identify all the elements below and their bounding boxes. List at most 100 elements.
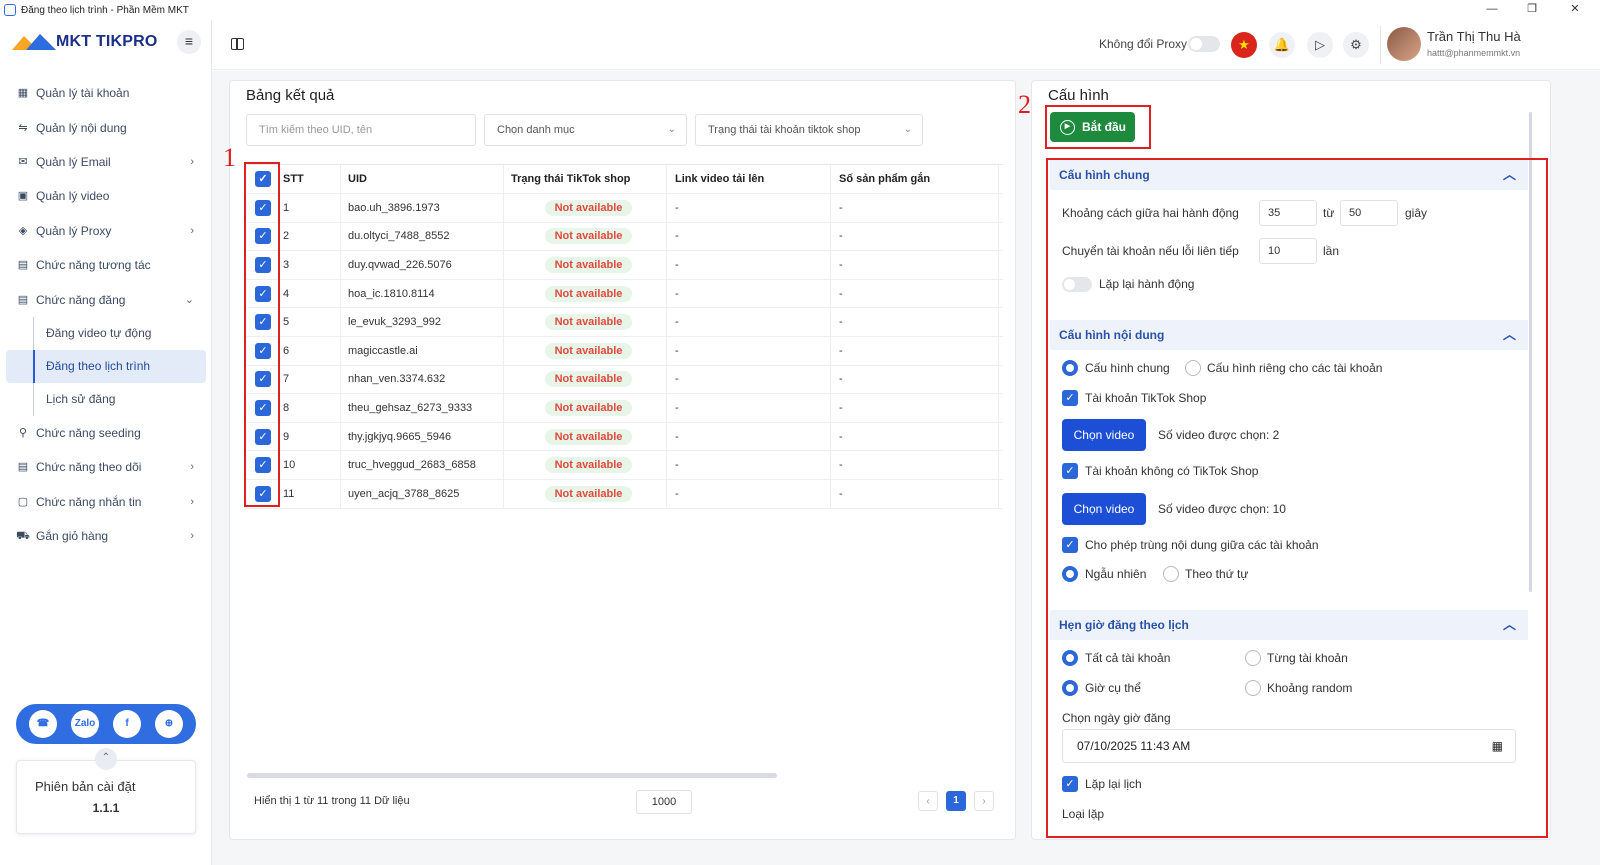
collapse-up-icon[interactable]: ⌃: [95, 748, 117, 770]
horizontal-scrollbar[interactable]: [247, 773, 777, 778]
cell-stt: 1: [279, 194, 341, 222]
col-header-stt[interactable]: STT: [279, 165, 341, 193]
sidebar-item-video[interactable]: ▣ Quản lý video: [0, 179, 212, 213]
sidebar-subitem-schedule-post[interactable]: Đăng theo lịch trình: [6, 349, 206, 383]
col-header-link[interactable]: Link video tải lên: [667, 165, 831, 193]
col-header-status[interactable]: Trạng thái TikTok shop: [504, 165, 667, 193]
user-name: Trần Thị Thu Hà: [1427, 29, 1521, 44]
posting-icon: ▤: [17, 293, 29, 306]
table-row[interactable]: ✓ 9 thy.jgkjyq.9665_5946 Not available - -: [247, 422, 1003, 452]
proxy-toggle[interactable]: [1188, 36, 1220, 52]
page-1-button[interactable]: 1: [946, 791, 966, 811]
sidebar-item-email[interactable]: ✉ Quản lý Email ›: [0, 145, 212, 179]
panel-layout-icon[interactable]: [231, 38, 244, 50]
table-row[interactable]: ✓ 7 nhan_ven.3374.632 Not available - -: [247, 365, 1003, 395]
brand-logo: MKT TIKPRO: [12, 32, 158, 52]
status-select[interactable]: Trạng thái tài khoản tiktok shop ⌄: [695, 114, 923, 146]
table-row[interactable]: ✓ 4 hoa_ic.1810.8114 Not available - -: [247, 279, 1003, 309]
mail-icon: ✉: [18, 155, 28, 168]
cell-product-count: -: [831, 365, 999, 394]
next-page-button[interactable]: ›: [974, 791, 994, 811]
gear-icon[interactable]: ⚙: [1343, 32, 1369, 58]
restore-button[interactable]: ❐: [1512, 0, 1552, 20]
status-badge: Not available: [544, 399, 633, 416]
col-header-uid[interactable]: UID: [341, 165, 504, 193]
cell-status: Not available: [504, 336, 667, 365]
cell-product-count: -: [831, 394, 999, 422]
cell-uid: uyen_acjq_3788_8625: [341, 479, 504, 508]
table-row[interactable]: ✓ 10 truc_hveggud_2683_6858 Not available - -: [247, 451, 1003, 480]
cell-product-count: -: [831, 451, 999, 479]
sidebar-item-label: Chức năng theo dõi: [36, 460, 142, 475]
interaction-icon: ▤: [17, 259, 29, 272]
table-row[interactable]: ✓ 2 du.oltyci_7488_8552 Not available - -: [247, 222, 1003, 252]
window-titlebar: Đăng theo lịch trình - Phần Mềm MKT — ❐ …: [0, 0, 1600, 20]
table-row[interactable]: ✓ 1 bao.uh_3896.1973 Not available - -: [247, 194, 1003, 223]
app-icon: [4, 4, 16, 16]
sidebar-subitem-post-history[interactable]: Lịch sử đăng: [0, 382, 212, 416]
brand-name: MKT TIKPRO: [56, 33, 158, 50]
status-badge: Not available: [544, 256, 633, 273]
cell-status: Not available: [504, 365, 667, 394]
sidebar-item-label: Quản lý nội dung: [36, 120, 127, 135]
video-icon: ▣: [17, 190, 29, 203]
sidebar-item-accounts[interactable]: ▦ Quản lý tài khoản: [0, 76, 212, 110]
sidebar-subitem-auto-post[interactable]: Đăng video tự động: [0, 316, 212, 350]
sidebar-item-interaction[interactable]: ▤ Chức năng tương tác: [0, 248, 212, 282]
minimize-button[interactable]: —: [1472, 0, 1512, 20]
cell-stt: 7: [279, 365, 341, 394]
avatar[interactable]: [1387, 27, 1421, 61]
sidebar-item-content[interactable]: ⇋ Quản lý nội dung: [0, 110, 212, 144]
status-badge: Not available: [544, 457, 633, 474]
sidebar-item-cart[interactable]: ⛟ Gắn giỏ hàng ›: [0, 519, 212, 553]
facebook-icon[interactable]: f: [113, 710, 141, 738]
cell-uid: du.oltyci_7488_8552: [341, 222, 504, 251]
sidebar-item-messaging[interactable]: ▢ Chức năng nhắn tin ›: [0, 485, 212, 519]
close-button[interactable]: ✕: [1555, 0, 1595, 20]
globe-icon[interactable]: ⊕: [155, 710, 183, 738]
status-badge: Not available: [544, 228, 633, 245]
cell-uid: magiccastle.ai: [341, 336, 504, 365]
cell-status: Not available: [504, 279, 667, 308]
content-icon: ⇋: [18, 121, 28, 134]
version-number: 1.1.1: [92, 801, 120, 815]
grid-icon: ▦: [17, 87, 29, 100]
sidebar-item-label: Chức năng nhắn tin: [36, 494, 142, 509]
cell-status: Not available: [504, 222, 667, 251]
table-row[interactable]: ✓ 6 magiccastle.ai Not available - -: [247, 336, 1003, 366]
window-title: Đăng theo lịch trình - Phần Mềm MKT: [21, 4, 189, 16]
prev-page-button[interactable]: ‹: [918, 791, 938, 811]
zalo-icon[interactable]: Zalo: [71, 710, 99, 738]
support-icon[interactable]: ☎: [29, 710, 57, 738]
table-row[interactable]: ✓ 8 theu_gehsaz_6273_9333 Not available - -: [247, 394, 1003, 423]
sidebar-item-proxy[interactable]: ◈ Quản lý Proxy ›: [0, 214, 212, 248]
table-row[interactable]: ✓ 3 duy.qvwad_226.5076 Not available - -: [247, 251, 1003, 280]
search-input[interactable]: Tìm kiếm theo UID, tên: [246, 114, 476, 146]
chevron-down-icon: ⌄: [667, 124, 676, 135]
bell-icon[interactable]: 🔔: [1269, 32, 1295, 58]
cell-link: -: [667, 222, 831, 251]
proxy-toggle-label: Không đổi Proxy: [1099, 37, 1188, 51]
category-select[interactable]: Chọn danh mục ⌄: [484, 114, 687, 146]
page-size-input[interactable]: 1000: [636, 790, 692, 814]
cell-product-count: -: [831, 336, 999, 365]
sidebar-item-follow[interactable]: ▤ Chức năng theo dõi ›: [0, 450, 212, 484]
sidebar-item-label: Quản lý Email: [36, 154, 111, 169]
table-row[interactable]: ✓ 5 le_evuk_3293_992 Not available - -: [247, 308, 1003, 337]
sidebar-item-seeding[interactable]: ⚲ Chức năng seeding: [0, 416, 212, 450]
play-icon[interactable]: ▷: [1307, 32, 1333, 58]
sidebar-item-posting[interactable]: ▤ Chức năng đăng ⌄: [0, 282, 212, 316]
cell-stt: 9: [279, 422, 341, 451]
menu-toggle-button[interactable]: ≡: [177, 30, 201, 54]
chevron-right-icon: ›: [190, 224, 194, 237]
vietnam-flag-icon[interactable]: ★: [1231, 32, 1257, 58]
cell-uid: truc_hveggud_2683_6858: [341, 451, 504, 479]
cell-product-count: -: [831, 479, 999, 508]
sidebar-item-label: Quản lý video: [36, 189, 110, 204]
col-header-product-count[interactable]: Số sản phẩm gắn: [831, 165, 999, 193]
cell-stt: 11: [279, 479, 341, 508]
table-row[interactable]: ✓ 11 uyen_acjq_3788_8625 Not available - -: [247, 479, 1003, 509]
status-badge: Not available: [544, 199, 633, 216]
cell-uid: duy.qvwad_226.5076: [341, 251, 504, 279]
status-badge: Not available: [544, 428, 633, 445]
